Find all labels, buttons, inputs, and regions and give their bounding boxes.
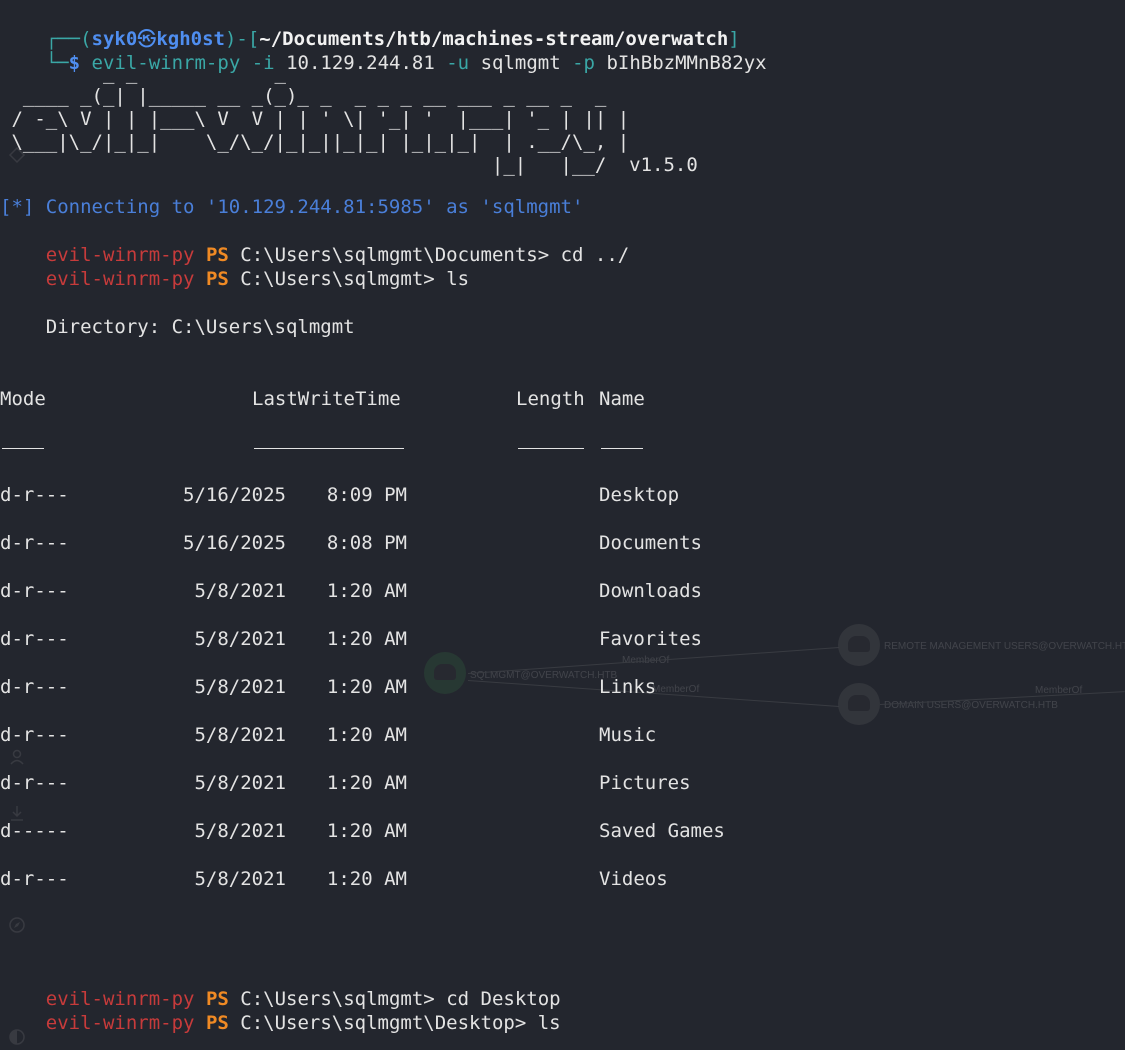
terminal-window[interactable]: SQLMGMT@OVERWATCH.HTB REMOTE MANAGEMENT … bbox=[0, 0, 1125, 1050]
user-node-icon bbox=[424, 652, 466, 694]
ghost-edge-label: MemberOf bbox=[1035, 685, 1083, 696]
header-mode: Mode bbox=[0, 388, 46, 410]
row-time: 1:20 AM bbox=[326, 868, 407, 890]
header-underline bbox=[601, 448, 643, 449]
row-mode: d----- bbox=[0, 820, 69, 842]
row-date: 5/8/2021 bbox=[194, 676, 286, 698]
graph-edge bbox=[880, 691, 1125, 705]
row-name: Downloads bbox=[599, 580, 702, 602]
row-time: 8:09 PM bbox=[326, 484, 407, 506]
ghost-node-top-label: REMOTE MANAGEMENT USERS@OVERWATCH.HTB bbox=[884, 641, 1125, 652]
row-date: 5/8/2021 bbox=[194, 868, 286, 890]
row-time: 1:20 AM bbox=[326, 724, 407, 746]
row-date: 5/16/2025 bbox=[183, 484, 286, 506]
ps-command-line: evil-winrm-py PS C:\Users\sqlmgmt> cd De… bbox=[0, 963, 561, 1010]
ghost-edge-label: MemberOf bbox=[652, 684, 700, 695]
row-mode: d-r--- bbox=[0, 628, 69, 650]
row-mode: d-r--- bbox=[0, 868, 69, 890]
row-time: 8:08 PM bbox=[326, 532, 407, 554]
directory-label: Directory: C:\Users\sqlmgmt bbox=[0, 316, 355, 338]
row-time: 1:20 AM bbox=[326, 820, 407, 842]
ps-prefix: evil-winrm-py bbox=[45, 1012, 195, 1034]
ps-command-line: evil-winrm-py PS C:\Users\sqlmgmt> ls bbox=[0, 243, 469, 290]
person-icon bbox=[10, 749, 24, 765]
row-name: Videos bbox=[599, 868, 668, 890]
row-mode: d-r--- bbox=[0, 676, 69, 698]
row-date: 5/8/2021 bbox=[194, 628, 286, 650]
row-mode: d-r--- bbox=[0, 772, 69, 794]
ps-command: cd ../ bbox=[560, 244, 630, 266]
row-date: 5/8/2021 bbox=[194, 580, 286, 602]
row-time: 1:20 AM bbox=[326, 580, 407, 602]
group-node-icon bbox=[838, 624, 880, 666]
ghost-node-bottom-label: DOMAIN USERS@OVERWATCH.HTB bbox=[884, 700, 1058, 711]
row-mode: d-r--- bbox=[0, 484, 69, 506]
row-time: 1:20 AM bbox=[326, 772, 407, 794]
row-name: Music bbox=[599, 724, 657, 746]
header-underline bbox=[2, 448, 44, 449]
row-date: 5/8/2021 bbox=[194, 772, 286, 794]
shell-command-line[interactable]: └─$ evil-winrm-py -i 10.129.244.81 -u sq… bbox=[0, 27, 767, 74]
ps-path: C:\Users\sqlmgmt\Desktop> bbox=[240, 1012, 527, 1034]
row-name: Favorites bbox=[599, 628, 702, 650]
ascii-banner: _ _ _ ____ _(_| |_____ __ _(_)_ _ _ _ _ … bbox=[11, 62, 698, 176]
ps-label: PS bbox=[205, 268, 229, 290]
graph-edge bbox=[468, 647, 840, 674]
header-underline bbox=[518, 448, 584, 449]
header-length: Length bbox=[516, 388, 585, 410]
ps-prefix: evil-winrm-py bbox=[45, 268, 195, 290]
row-name: Desktop bbox=[599, 484, 680, 506]
row-time: 1:20 AM bbox=[326, 676, 407, 698]
row-mode: d-r--- bbox=[0, 580, 69, 602]
row-date: 5/8/2021 bbox=[194, 724, 286, 746]
row-name: Links bbox=[599, 676, 657, 698]
ps-command: ls bbox=[537, 1012, 561, 1034]
row-date: 5/16/2025 bbox=[183, 532, 286, 554]
group-node-icon bbox=[838, 683, 880, 725]
shell-prompt-header: ┌──(syk0㉿kgh0st)-[~/Documents/htb/machin… bbox=[0, 3, 740, 50]
ps-label: PS bbox=[205, 1012, 229, 1034]
row-name: Documents bbox=[599, 532, 702, 554]
header-lastwrite: LastWriteTime bbox=[252, 388, 401, 410]
row-time: 1:20 AM bbox=[326, 628, 407, 650]
ps-command-line: evil-winrm-py PS C:\Users\sqlmgmt\Docume… bbox=[0, 219, 629, 266]
row-mode: d-r--- bbox=[0, 532, 69, 554]
ps-command: ls bbox=[446, 268, 470, 290]
ghost-edge-label: MemberOf bbox=[622, 655, 670, 666]
compass-icon bbox=[9, 917, 25, 933]
header-underline bbox=[254, 448, 404, 449]
ghost-node-center-label: SQLMGMT@OVERWATCH.HTB bbox=[470, 670, 618, 681]
connection-info: [*] Connecting to '10.129.244.81:5985' a… bbox=[0, 196, 584, 218]
row-name: Pictures bbox=[599, 772, 691, 794]
row-date: 5/8/2021 bbox=[194, 820, 286, 842]
ps-command-line[interactable]: evil-winrm-py PS C:\Users\sqlmgmt\Deskto… bbox=[0, 987, 561, 1034]
row-name: Saved Games bbox=[599, 820, 725, 842]
header-name: Name bbox=[599, 388, 645, 410]
row-mode: d-r--- bbox=[0, 724, 69, 746]
ps-path: C:\Users\sqlmgmt> bbox=[240, 268, 435, 290]
